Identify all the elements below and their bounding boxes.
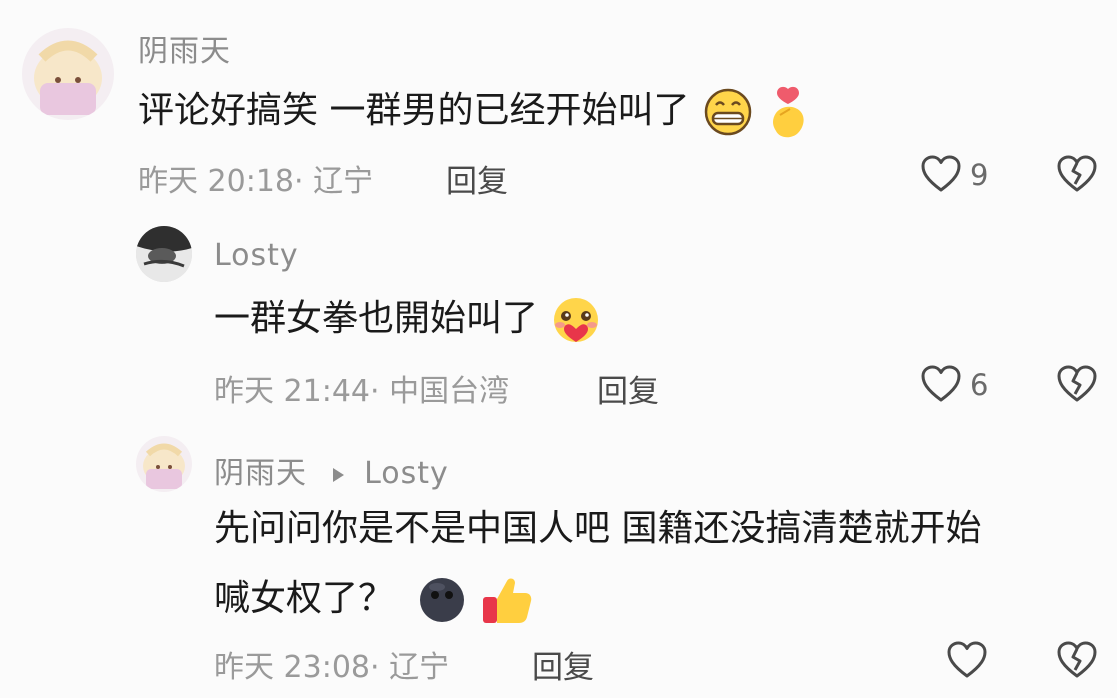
comment-time: 昨天 23:08 bbox=[214, 650, 370, 685]
like-count: 9 bbox=[970, 158, 989, 192]
comment-time: 昨天 20:18 bbox=[138, 164, 294, 199]
avatar[interactable] bbox=[136, 226, 192, 282]
comment-text: 一群女拳也開始叫了 bbox=[214, 292, 603, 346]
comment-text-line-2: 喊女权了？ bbox=[214, 572, 981, 627]
comment-author[interactable]: 阴雨天 bbox=[214, 456, 307, 491]
broken-heart-icon bbox=[1056, 640, 1098, 680]
heart-outline-icon bbox=[946, 640, 988, 680]
comment-location: · 中国台湾 bbox=[370, 374, 510, 409]
reply-button[interactable]: 回复 bbox=[532, 642, 594, 687]
comment-location: · 辽宁 bbox=[370, 650, 450, 685]
dislike-button[interactable] bbox=[1056, 154, 1098, 194]
comment-text: 评论好搞笑 一群男的已经开始叫了 bbox=[138, 84, 810, 139]
comment-text-content: 一群女拳也開始叫了 bbox=[214, 298, 539, 339]
comment-author[interactable]: Losty bbox=[214, 238, 299, 273]
comment-text: 先问问你是不是中国人吧 国籍还没搞清楚就开始 喊女权了？ bbox=[214, 502, 981, 627]
avatar[interactable] bbox=[22, 28, 114, 120]
like-button[interactable] bbox=[920, 364, 962, 404]
comment-text-content: 喊女权了？ bbox=[214, 578, 395, 619]
like-button[interactable] bbox=[946, 640, 988, 680]
like-button[interactable] bbox=[920, 154, 962, 194]
dark-face-emoji bbox=[415, 575, 469, 625]
comment-meta: 昨天 23:08· 辽宁 bbox=[214, 642, 449, 686]
reply-to-author[interactable]: Losty bbox=[364, 456, 449, 491]
comment-meta: 昨天 21:44· 中国台湾 bbox=[214, 366, 509, 410]
comment-time: 昨天 21:44 bbox=[214, 374, 370, 409]
like-count: 6 bbox=[970, 368, 989, 402]
reply-button[interactable]: 回复 bbox=[446, 156, 508, 201]
heart-outline-icon bbox=[920, 154, 962, 194]
dislike-button[interactable] bbox=[1056, 364, 1098, 404]
broken-heart-icon bbox=[1056, 154, 1098, 194]
thumbs-up-emoji bbox=[481, 573, 533, 627]
avatar[interactable] bbox=[136, 436, 192, 492]
reply-arrow-icon bbox=[330, 466, 346, 484]
reply-button[interactable]: 回复 bbox=[597, 366, 659, 411]
comment-meta: 昨天 20:18· 辽宁 bbox=[138, 156, 373, 200]
comment-location: · 辽宁 bbox=[294, 164, 374, 199]
comment-text-line: 先问问你是不是中国人吧 国籍还没搞清楚就开始 bbox=[214, 508, 982, 549]
broken-heart-icon bbox=[1056, 364, 1098, 404]
heart-outline-icon bbox=[920, 364, 962, 404]
comment-author[interactable]: 阴雨天 bbox=[138, 26, 231, 70]
finger-heart-emoji bbox=[766, 85, 810, 139]
comment-author-line: 阴雨天 Losty bbox=[214, 448, 449, 492]
grin-emoji bbox=[701, 87, 755, 137]
comment-text-content: 评论好搞笑 一群男的已经开始叫了 bbox=[138, 90, 690, 131]
dislike-button[interactable] bbox=[1056, 640, 1098, 680]
blush-heart-emoji bbox=[549, 294, 603, 346]
